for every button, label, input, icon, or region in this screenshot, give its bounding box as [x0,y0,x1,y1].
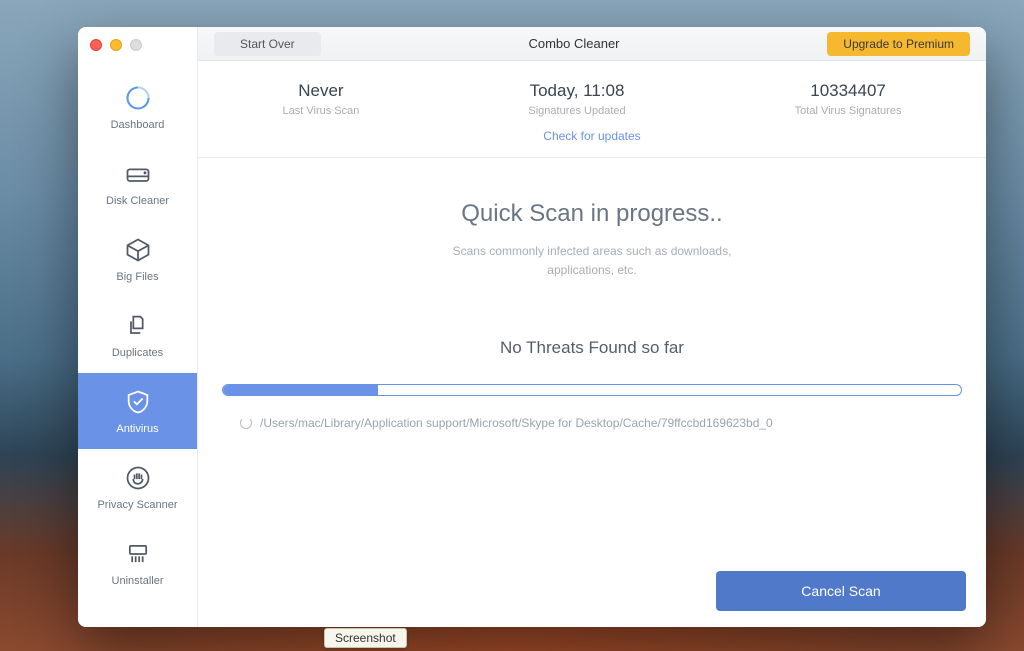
sidebar-item-label: Privacy Scanner [97,499,177,511]
duplicates-icon [123,311,153,341]
stat-signatures-updated: Today, 11:08 Signatures Updated [528,81,625,117]
stat-value: Today, 11:08 [528,81,625,101]
stat-desc: Last Virus Scan [283,105,360,117]
scan-current-path: /Users/mac/Library/Application support/M… [218,416,773,430]
app-title: Combo Cleaner [321,36,828,51]
scan-area: Quick Scan in progress.. Scans commonly … [198,158,986,555]
stat-value: Never [283,81,360,101]
main-content: Start Over Combo Cleaner Upgrade to Prem… [198,27,986,627]
sidebar-item-duplicates[interactable]: Duplicates [78,297,197,373]
start-over-button[interactable]: Start Over [214,32,321,56]
sidebar-item-label: Uninstaller [112,575,164,587]
spinner-icon [240,417,252,429]
tooltip: Screenshot [324,628,407,648]
window-controls [90,39,142,51]
sidebar: Dashboard Disk Cleaner Big Files [78,27,198,627]
progress-bar [222,384,962,396]
stat-total-signatures: 10334407 Total Virus Signatures [795,81,902,117]
minimize-icon[interactable] [110,39,122,51]
footer: Cancel Scan [198,555,986,627]
topbar: Start Over Combo Cleaner Upgrade to Prem… [198,27,986,61]
stat-last-scan: Never Last Virus Scan [283,81,360,117]
stat-value: 10334407 [795,81,902,101]
shield-icon [123,387,153,417]
sidebar-item-dashboard[interactable]: Dashboard [78,69,197,145]
app-window: Dashboard Disk Cleaner Big Files [78,27,986,627]
sidebar-item-privacy-scanner[interactable]: Privacy Scanner [78,449,197,525]
maximize-icon [130,39,142,51]
hand-icon [123,463,153,493]
dashboard-icon [123,83,153,113]
stat-desc: Total Virus Signatures [795,105,902,117]
sidebar-item-big-files[interactable]: Big Files [78,221,197,297]
stat-desc: Signatures Updated [528,105,625,117]
progress-fill [223,385,378,395]
sidebar-item-disk-cleaner[interactable]: Disk Cleaner [78,145,197,221]
scan-subtitle: Scans commonly infected areas such as do… [442,242,742,280]
stats-row: Never Last Virus Scan Today, 11:08 Signa… [198,61,986,129]
scan-title: Quick Scan in progress.. [461,200,722,228]
check-updates-link[interactable]: Check for updates [198,129,986,158]
threats-status: No Threats Found so far [500,338,684,358]
scan-path-text: /Users/mac/Library/Application support/M… [260,416,773,430]
sidebar-item-label: Dashboard [111,119,165,131]
sidebar-item-label: Antivirus [116,423,158,435]
upgrade-button[interactable]: Upgrade to Premium [827,32,970,56]
shredder-icon [123,539,153,569]
sidebar-item-antivirus[interactable]: Antivirus [78,373,197,449]
sidebar-item-label: Big Files [116,271,158,283]
sidebar-item-uninstaller[interactable]: Uninstaller [78,525,197,601]
box-icon [123,235,153,265]
disk-icon [123,159,153,189]
close-icon[interactable] [90,39,102,51]
sidebar-item-label: Disk Cleaner [106,195,169,207]
cancel-scan-button[interactable]: Cancel Scan [716,571,966,611]
sidebar-item-label: Duplicates [112,347,163,359]
